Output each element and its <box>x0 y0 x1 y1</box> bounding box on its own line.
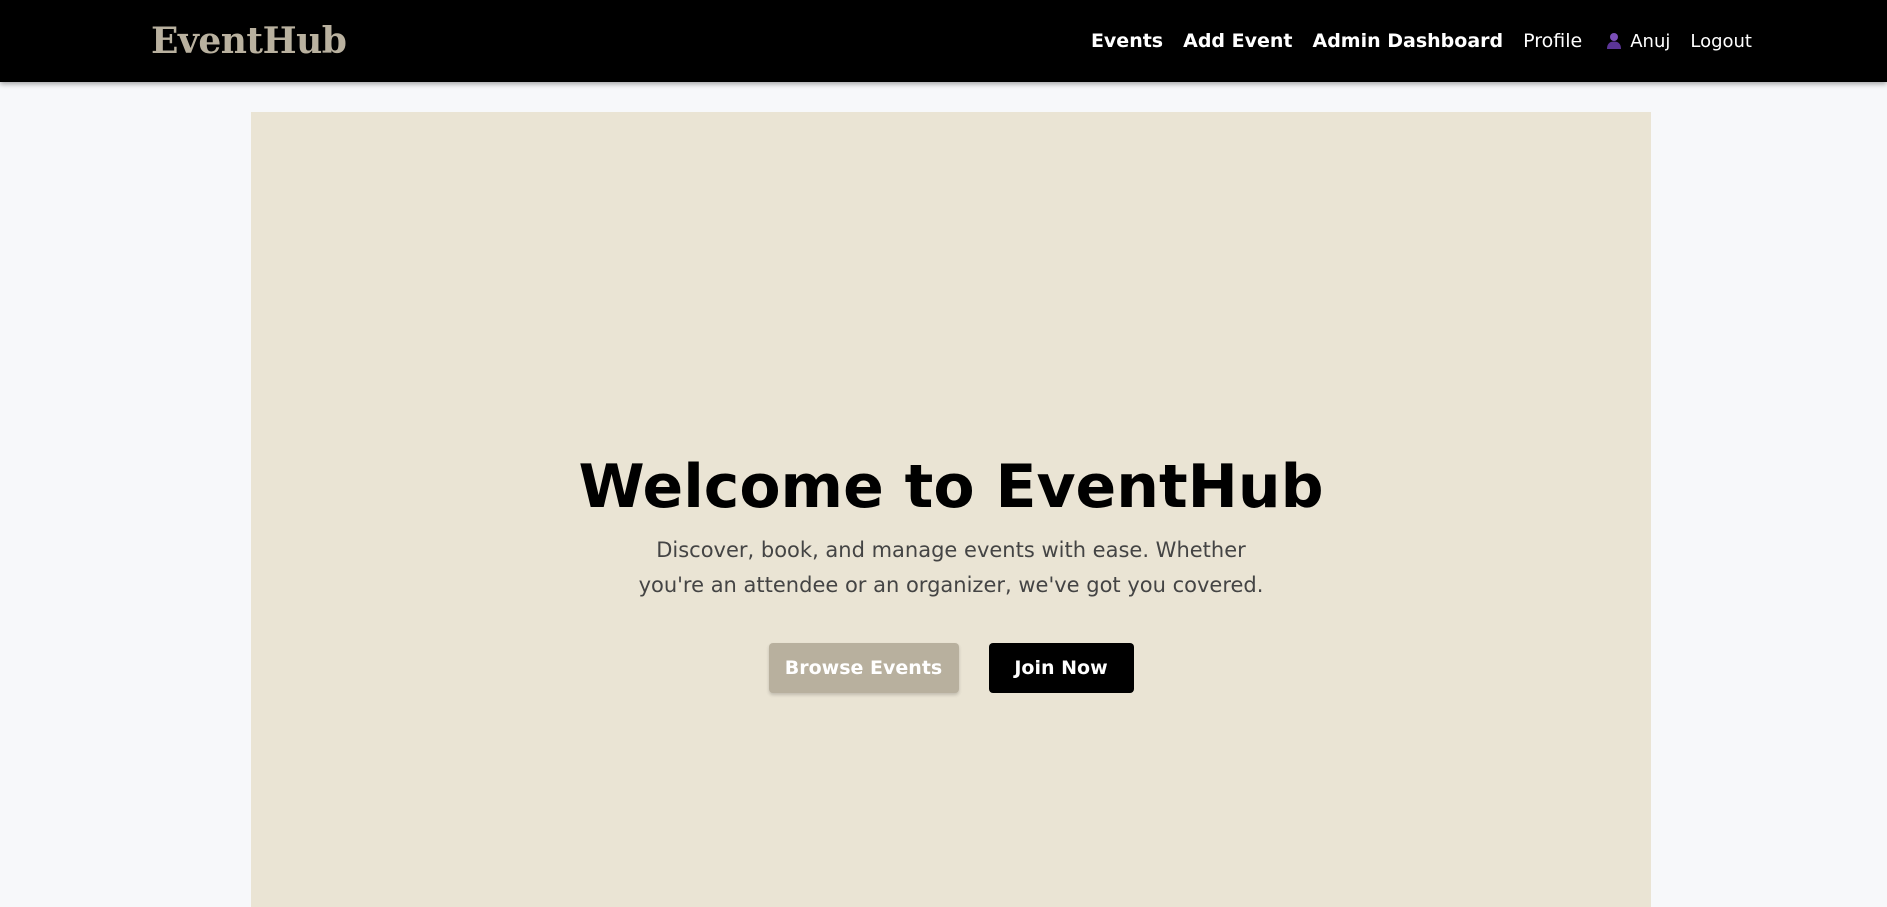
navbar: EventHub Events Add Event Admin Dashboar… <box>0 0 1887 82</box>
nav-link-add-event[interactable]: Add Event <box>1183 30 1292 52</box>
nav-link-admin-dashboard[interactable]: Admin Dashboard <box>1313 30 1504 52</box>
join-now-button[interactable]: Join Now <box>988 643 1134 693</box>
nav-link-events[interactable]: Events <box>1091 30 1163 52</box>
nav-links: Events Add Event Admin Dashboard Profile… <box>1071 0 1752 82</box>
user-name: Anuj <box>1630 30 1671 52</box>
hero-subtitle: Discover, book, and manage events with e… <box>638 538 1264 597</box>
browse-events-button[interactable]: Browse Events <box>768 643 959 693</box>
user-icon <box>1607 33 1622 49</box>
hero-buttons: Browse Events Join Now <box>251 643 1651 693</box>
hero-section: Welcome to EventHub Discover, book, and … <box>251 112 1651 907</box>
logout-link[interactable]: Logout <box>1690 31 1752 52</box>
brand-logo[interactable]: EventHub <box>151 18 347 64</box>
hero-title: Welcome to EventHub <box>578 452 1324 522</box>
user-info: Anuj <box>1606 31 1670 52</box>
nav-link-profile[interactable]: Profile <box>1523 30 1582 52</box>
